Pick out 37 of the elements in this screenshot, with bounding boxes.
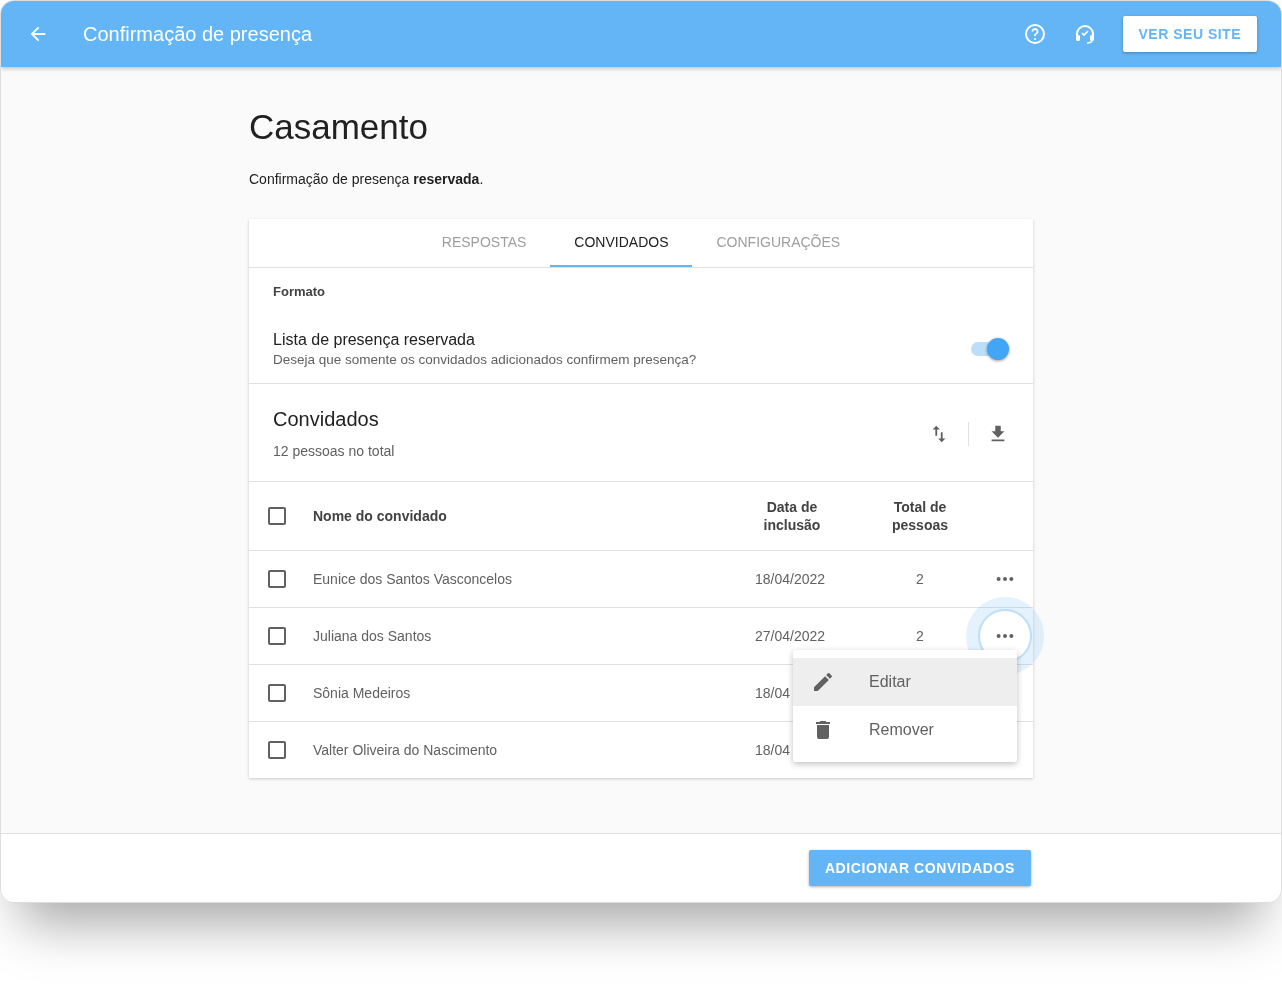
date-text: 18/04/2022 bbox=[755, 571, 826, 587]
checkbox[interactable] bbox=[268, 507, 286, 525]
section-label: Formato bbox=[273, 284, 326, 299]
date-text: 18/04 bbox=[755, 685, 791, 701]
more-icon bbox=[996, 634, 1014, 638]
guest-name: Sônia Medeiros bbox=[313, 685, 412, 701]
subtitle: Confirmação de presença reservada. bbox=[249, 171, 485, 187]
tab[interactable]: RESPOSTAS bbox=[417, 219, 551, 267]
menu-item[interactable]: Remover bbox=[793, 706, 1017, 754]
guest-name: Juliana dos Santos bbox=[313, 628, 433, 644]
guest-name: Eunice dos Santos Vasconcelos bbox=[313, 571, 513, 587]
tab[interactable]: CONFIGURAÇÕES bbox=[692, 219, 865, 267]
column-header: Data de inclusão bbox=[762, 498, 822, 534]
guest-total: 2 bbox=[915, 628, 925, 644]
menu-item[interactable]: Editar bbox=[793, 658, 1017, 706]
date-text: 27/04/2022 bbox=[755, 628, 826, 644]
guest-count: 12 pessoas no total bbox=[273, 443, 396, 459]
date-text: 18/04 bbox=[755, 742, 791, 758]
setting-description: Deseja que somente os convidados adicionados confirmem presença? bbox=[273, 352, 698, 367]
checkbox[interactable] bbox=[268, 570, 286, 588]
column-header: Nome do convidado bbox=[313, 508, 448, 524]
guest-total: 2 bbox=[915, 571, 925, 587]
toggle-switch[interactable] bbox=[971, 337, 1009, 361]
more-icon bbox=[996, 577, 1014, 581]
view-site-button[interactable]: VER SEU SITE bbox=[1122, 16, 1257, 52]
checkbox[interactable] bbox=[268, 684, 286, 702]
checkbox[interactable] bbox=[268, 741, 286, 759]
checkbox[interactable] bbox=[268, 627, 286, 645]
column-header: Total de pessoas bbox=[890, 498, 949, 534]
pencil-icon bbox=[811, 670, 835, 694]
tab[interactable]: CONVIDADOS bbox=[550, 219, 693, 267]
setting-title: Lista de presença reservada bbox=[273, 331, 476, 349]
app-bar-title: Confirmação de presença bbox=[83, 22, 313, 46]
section-title: Convidados bbox=[273, 408, 380, 431]
page-title: Casamento bbox=[249, 107, 429, 147]
add-guests-button[interactable]: ADICIONAR CONVIDADOS bbox=[808, 850, 1031, 886]
guest-name: Valter Oliveira do Nascimento bbox=[313, 742, 499, 758]
